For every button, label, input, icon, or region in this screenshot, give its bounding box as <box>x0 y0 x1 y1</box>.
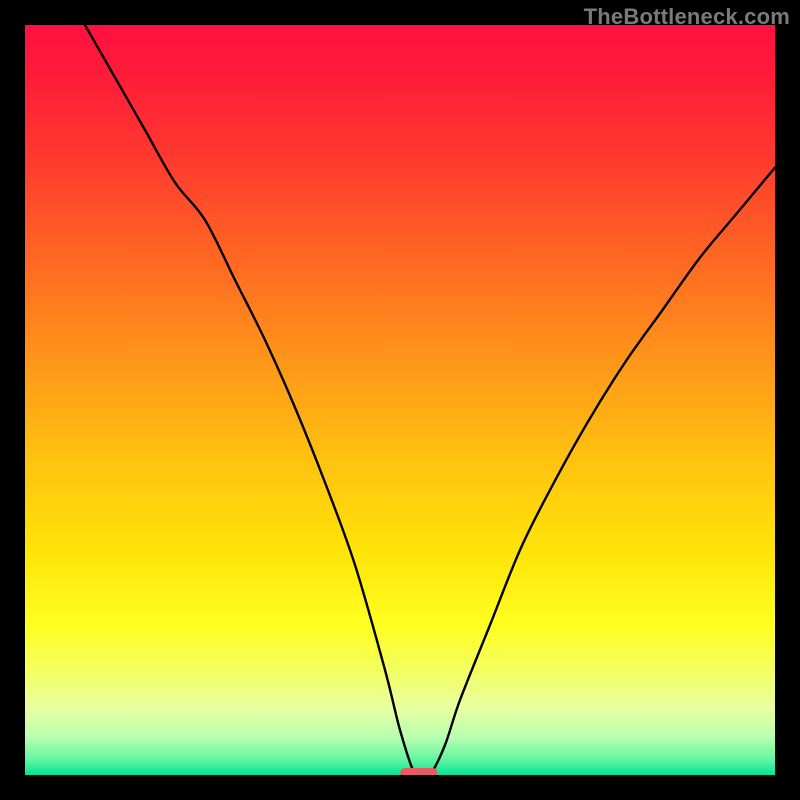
chart-frame: TheBottleneck.com <box>0 0 800 800</box>
optimal-marker <box>400 768 438 775</box>
bottleneck-curve-chart <box>25 25 775 775</box>
attribution-watermark: TheBottleneck.com <box>584 4 790 30</box>
plot-area <box>25 25 775 775</box>
gradient-background <box>25 25 775 775</box>
